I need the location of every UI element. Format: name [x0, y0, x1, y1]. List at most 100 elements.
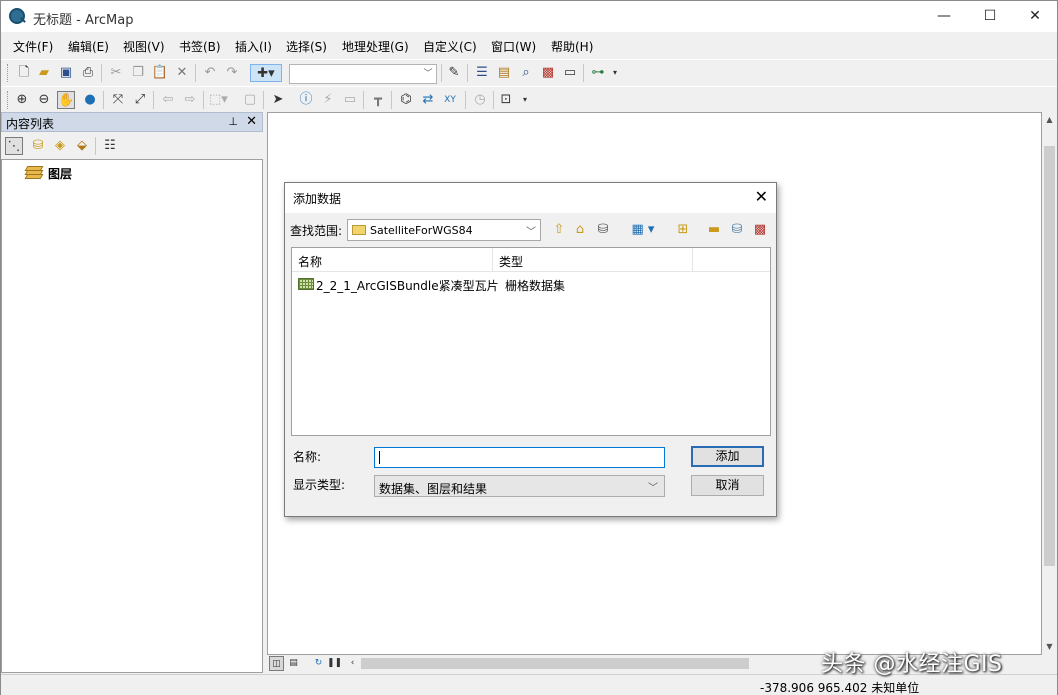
- list-by-drawing-order-icon[interactable]: ⋱: [5, 137, 23, 155]
- horizontal-scroll-thumb[interactable]: [361, 658, 749, 669]
- go-to-xy-icon[interactable]: XY: [441, 91, 459, 109]
- connect-to-folder-icon[interactable]: ⛁: [594, 221, 612, 239]
- save-icon[interactable]: ▣: [57, 64, 75, 82]
- options-icon[interactable]: ☷: [101, 137, 119, 155]
- toc-close-button[interactable]: ✕: [246, 114, 257, 129]
- list-by-selection-icon[interactable]: ⬙: [73, 137, 91, 155]
- zoom-in-icon[interactable]: ⊕: [13, 91, 31, 109]
- show-type-select[interactable]: 数据集、图层和结果 ﹀: [374, 475, 665, 497]
- time-slider-icon[interactable]: ◷: [471, 91, 489, 109]
- back-extent-icon[interactable]: ⇦: [159, 91, 177, 109]
- list-item-name[interactable]: 2_2_1_ArcGISBundle紧凑型瓦片: [316, 277, 499, 294]
- redo-icon[interactable]: ↷: [223, 64, 241, 82]
- cut-icon[interactable]: ✂: [107, 64, 125, 82]
- connect-folder-icon[interactable]: ⊞: [674, 221, 692, 239]
- zoom-out-icon[interactable]: ⊖: [35, 91, 53, 109]
- forward-extent-icon[interactable]: ⇨: [181, 91, 199, 109]
- minimize-button[interactable]: —: [921, 1, 967, 32]
- view-options-icon[interactable]: ▦ ▾: [627, 221, 659, 239]
- model-builder-icon[interactable]: ⊶: [589, 64, 607, 82]
- look-in-dropdown[interactable]: SatelliteForWGS84 ﹀: [347, 219, 541, 241]
- find-route-icon[interactable]: ⇄: [419, 91, 437, 109]
- menu-file[interactable]: 文件(F): [13, 38, 53, 55]
- new-geodatabase-icon[interactable]: ⛁: [728, 221, 746, 239]
- cancel-button[interactable]: 取消: [691, 475, 764, 496]
- menu-help[interactable]: 帮助(H): [551, 38, 593, 55]
- scroll-left-icon[interactable]: ‹: [345, 656, 360, 671]
- menu-view[interactable]: 视图(V): [123, 38, 165, 55]
- pin-icon[interactable]: ⊥: [228, 115, 238, 128]
- show-type-label: 显示类型:: [293, 478, 346, 492]
- table-of-contents-icon[interactable]: ☰: [473, 64, 491, 82]
- fixed-zoom-in-icon[interactable]: ⤧: [109, 91, 127, 109]
- menu-windows[interactable]: 窗口(W): [491, 38, 536, 55]
- up-one-level-icon[interactable]: ⇧: [550, 221, 568, 239]
- new-document-icon[interactable]: 🗋: [15, 64, 33, 82]
- add-button[interactable]: 添加: [691, 446, 764, 467]
- pause-drawing-icon[interactable]: ❚❚: [327, 656, 342, 671]
- file-list[interactable]: 名称 类型 2_2_1_ArcGISBundle紧凑型瓦片 栅格数据集: [291, 247, 771, 436]
- column-header-name[interactable]: 名称: [292, 248, 493, 272]
- menu-edit[interactable]: 编辑(E): [68, 38, 109, 55]
- look-in-label: 查找范围:: [290, 224, 343, 238]
- select-elements-icon[interactable]: ➤: [269, 91, 287, 109]
- name-input[interactable]: [374, 447, 665, 468]
- toolbar-separator: [153, 91, 154, 109]
- print-icon[interactable]: ⎙: [79, 64, 97, 82]
- new-folder-icon[interactable]: ▬: [705, 221, 723, 239]
- add-data-icon[interactable]: ✚▾: [250, 64, 282, 82]
- paste-icon[interactable]: 📋: [151, 64, 169, 82]
- maximize-button[interactable]: ☐: [967, 1, 1013, 32]
- menu-customize[interactable]: 自定义(C): [423, 38, 477, 55]
- clear-selection-icon[interactable]: ▢: [241, 91, 259, 109]
- menu-selection[interactable]: 选择(S): [286, 38, 327, 55]
- arctoolbox-icon[interactable]: ▩: [539, 64, 557, 82]
- dialog-close-button[interactable]: ✕: [755, 187, 768, 206]
- column-header-type[interactable]: 类型: [493, 248, 693, 272]
- hyperlink-icon[interactable]: ⚡: [319, 91, 337, 109]
- data-view-icon[interactable]: ◫: [269, 656, 284, 671]
- menu-bookmarks[interactable]: 书签(B): [179, 38, 221, 55]
- python-icon[interactable]: ▭: [561, 64, 579, 82]
- home-icon[interactable]: ⌂: [571, 221, 589, 239]
- toolbox-icon[interactable]: ▩: [751, 221, 769, 239]
- full-extent-icon[interactable]: ●: [81, 91, 99, 109]
- vertical-scrollbar[interactable]: ▲ ▼: [1042, 112, 1057, 655]
- scroll-thumb[interactable]: [1044, 146, 1055, 566]
- search-window-icon[interactable]: ⌕: [517, 64, 535, 82]
- pan-icon[interactable]: ✋: [57, 91, 75, 109]
- viewer-window-icon[interactable]: ⊡: [497, 91, 515, 109]
- editor-icon[interactable]: ✎: [445, 64, 463, 82]
- select-features-icon[interactable]: ⬚▾: [209, 91, 228, 109]
- html-popup-icon[interactable]: ▭: [341, 91, 359, 109]
- identify-icon[interactable]: ⓘ: [297, 91, 315, 109]
- delete-icon[interactable]: ✕: [173, 64, 191, 82]
- close-button[interactable]: ✕: [1012, 1, 1058, 32]
- map-scale-select[interactable]: ﹀: [289, 64, 437, 84]
- toolbar-grip[interactable]: [7, 91, 10, 109]
- list-by-source-icon[interactable]: ⛁: [29, 137, 47, 155]
- scroll-up-icon[interactable]: ▲: [1042, 112, 1057, 128]
- refresh-icon[interactable]: ↻: [311, 656, 326, 671]
- copy-icon[interactable]: ❐: [129, 64, 147, 82]
- toolbar-options-icon[interactable]: ▾: [609, 64, 621, 82]
- open-folder-icon[interactable]: ▰: [35, 64, 53, 82]
- layers-data-frame[interactable]: 图层: [48, 165, 72, 182]
- list-by-visibility-icon[interactable]: ◈: [51, 137, 69, 155]
- undo-icon[interactable]: ↶: [201, 64, 219, 82]
- toolbar-separator: [101, 64, 102, 82]
- list-item-type: 栅格数据集: [505, 279, 566, 293]
- layout-view-icon[interactable]: ▤: [286, 656, 301, 671]
- menu-insert[interactable]: 插入(I): [235, 38, 272, 55]
- scroll-down-icon[interactable]: ▼: [1042, 639, 1057, 655]
- toolbar-separator: [363, 91, 364, 109]
- measure-icon[interactable]: ┳: [369, 91, 387, 109]
- menu-geoprocessing[interactable]: 地理处理(G): [342, 38, 409, 55]
- find-icon[interactable]: ⌬: [397, 91, 415, 109]
- catalog-icon[interactable]: ▤: [495, 64, 513, 82]
- fixed-zoom-out-icon[interactable]: ⤢: [131, 91, 149, 109]
- toolbar-options-icon[interactable]: ▾: [519, 91, 531, 109]
- show-type-value: 数据集、图层和结果: [379, 482, 488, 496]
- toolbar-grip[interactable]: [7, 64, 10, 82]
- title-bar: 无标题 - ArcMap — ☐ ✕: [1, 1, 1057, 32]
